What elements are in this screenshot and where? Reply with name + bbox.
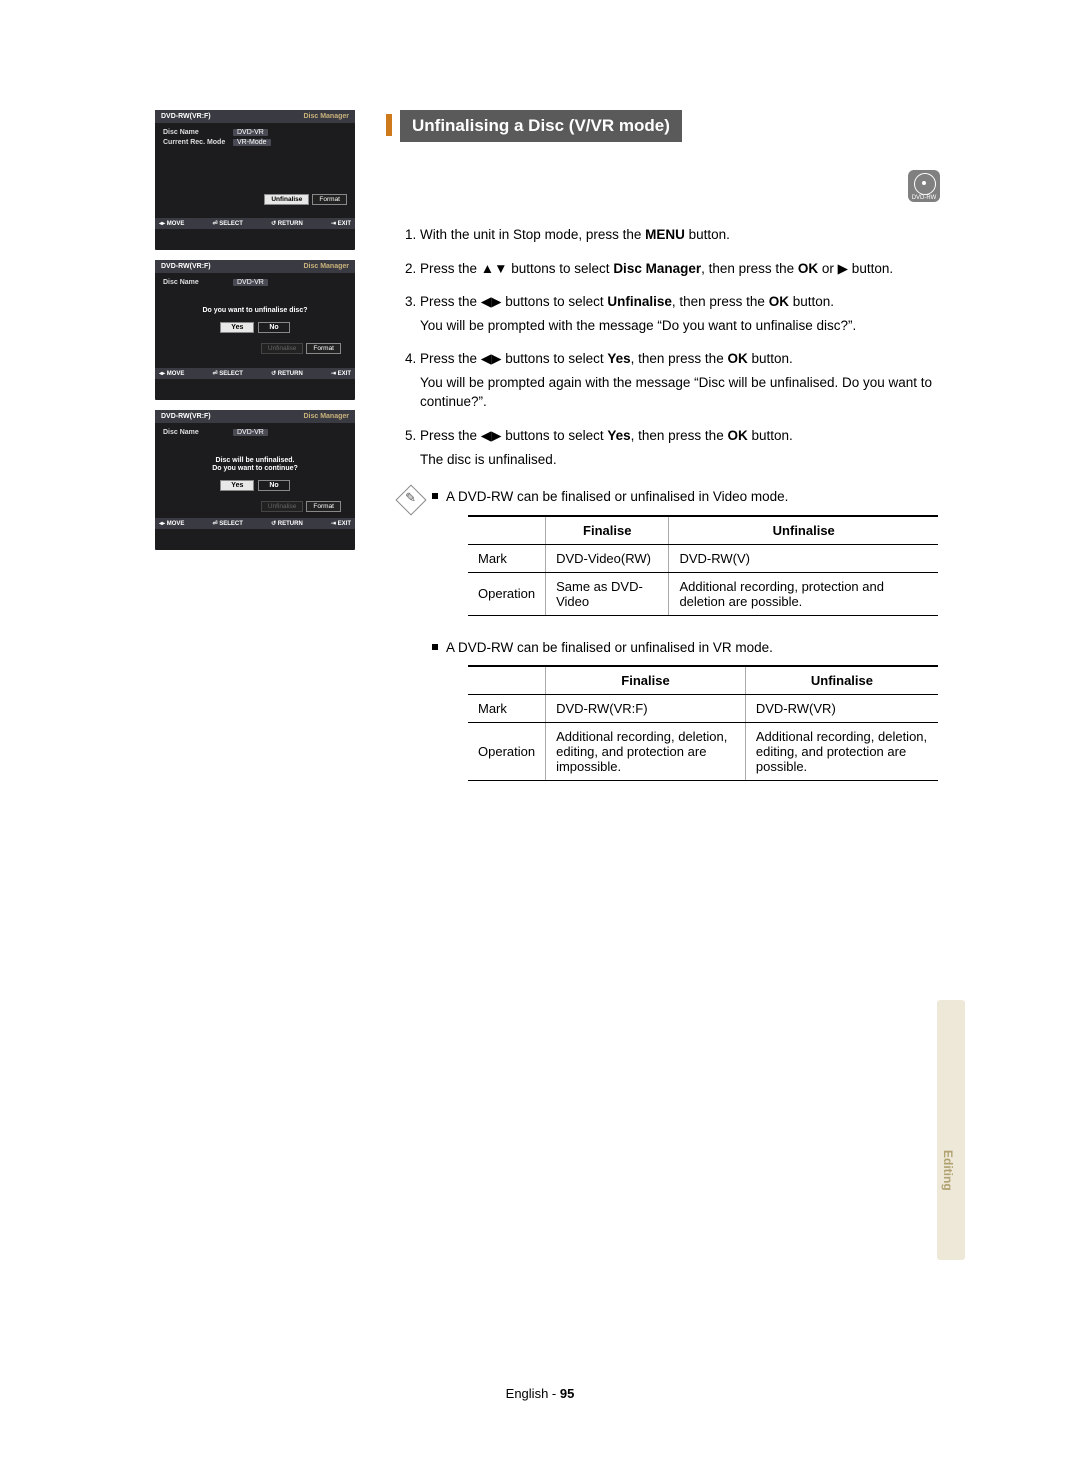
osd-panel: DVD-RW(VR:F)Disc ManagerDisc NameDVD-VRD… bbox=[155, 260, 355, 400]
cell: Additional recording, protection and del… bbox=[669, 572, 938, 615]
page-footer: English - 95 bbox=[0, 1386, 1080, 1401]
cell: Same as DVD-Video bbox=[546, 572, 669, 615]
th-finalise: Finalise bbox=[546, 666, 746, 695]
cell: DVD-RW(V) bbox=[669, 544, 938, 572]
osd-column: DVD-RW(VR:F)Disc ManagerDisc NameDVD-VRC… bbox=[155, 110, 355, 560]
accent-bar bbox=[386, 114, 392, 136]
note-icon bbox=[395, 485, 426, 516]
cell: Mark bbox=[468, 544, 546, 572]
step-item: With the unit in Stop mode, press the ME… bbox=[420, 225, 940, 245]
note-bullet: A DVD-RW can be finalised or unfinalised… bbox=[432, 638, 940, 658]
note-block: A DVD-RW can be finalised or unfinalised… bbox=[400, 487, 940, 803]
step-item: Press the ▲▼ buttons to select Disc Mana… bbox=[420, 259, 940, 279]
note-bullet: A DVD-RW can be finalised or unfinalised… bbox=[432, 487, 940, 507]
osd-panel: DVD-RW(VR:F)Disc ManagerDisc NameDVD-VRC… bbox=[155, 110, 355, 250]
cell: Operation bbox=[468, 723, 546, 781]
video-mode-table: Finalise Unfinalise Mark DVD-Video(RW) D… bbox=[468, 515, 938, 616]
disc-icon-row: DVD-RW bbox=[400, 170, 940, 207]
cell: Operation bbox=[468, 572, 546, 615]
cell: DVD-RW(VR) bbox=[745, 695, 938, 723]
step-item: Press the ◀▶ buttons to select Unfinalis… bbox=[420, 292, 940, 335]
th-unfinalise: Unfinalise bbox=[669, 516, 938, 545]
cell: DVD-Video(RW) bbox=[546, 544, 669, 572]
steps-list: With the unit in Stop mode, press the ME… bbox=[400, 225, 940, 469]
section-title: Unfinalising a Disc (V/VR mode) bbox=[400, 110, 682, 142]
disc-rw-icon: DVD-RW bbox=[908, 170, 940, 202]
vr-mode-table: Finalise Unfinalise Mark DVD-RW(VR:F) DV… bbox=[468, 665, 938, 781]
step-item: Press the ◀▶ buttons to select Yes, then… bbox=[420, 349, 940, 412]
side-tab-editing: Editing bbox=[937, 1000, 965, 1260]
cell: Additional recording, deletion, editing,… bbox=[745, 723, 938, 781]
cell: Additional recording, deletion, editing,… bbox=[546, 723, 746, 781]
cell: Mark bbox=[468, 695, 546, 723]
cell: DVD-RW(VR:F) bbox=[546, 695, 746, 723]
th-blank bbox=[468, 516, 546, 545]
th-unfinalise: Unfinalise bbox=[745, 666, 938, 695]
osd-panel: DVD-RW(VR:F)Disc ManagerDisc NameDVD-VRD… bbox=[155, 410, 355, 550]
content-column: Unfinalising a Disc (V/VR mode) DVD-RW W… bbox=[400, 110, 940, 803]
th-finalise: Finalise bbox=[546, 516, 669, 545]
step-item: Press the ◀▶ buttons to select Yes, then… bbox=[420, 426, 940, 469]
section-heading: Unfinalising a Disc (V/VR mode) bbox=[400, 110, 940, 142]
th-blank bbox=[468, 666, 546, 695]
